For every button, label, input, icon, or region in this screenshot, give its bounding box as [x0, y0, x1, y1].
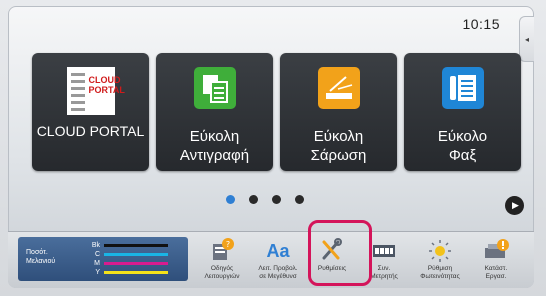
button-label: Ρύθμιση Φωτεινότητας: [420, 265, 460, 280]
toner-label: C: [94, 251, 100, 258]
side-tab-arrow-icon: ◂: [524, 34, 529, 44]
brightness-icon: [414, 236, 466, 262]
toner-row-m: M: [80, 260, 168, 267]
toner-label: Y: [95, 269, 100, 276]
next-page-button[interactable]: ▶: [505, 196, 524, 215]
toner-row-y: Y: [80, 269, 168, 276]
tile-label: Εύκολο Φαξ: [437, 128, 488, 164]
scan-icon: [317, 67, 360, 114]
toner-status-panel[interactable]: Ποσότ. Μελανιού Bk C M Y: [18, 237, 188, 281]
play-arrow-icon: ▶: [512, 200, 519, 210]
svg-text:?: ?: [226, 240, 230, 249]
operation-guide-button[interactable]: ? Οδηγός Λειτουργιών: [196, 236, 248, 286]
toner-bar-yellow: [104, 271, 168, 274]
tile-cloud-portal[interactable]: CLOUD PORTAL CLOUD PORTAL: [32, 53, 149, 171]
toner-row-c: C: [80, 251, 168, 258]
job-status-button[interactable]: Κατάστ. Εργασ.: [470, 236, 522, 286]
page-dot-3[interactable]: [272, 195, 281, 204]
page-dot-1[interactable]: [226, 195, 235, 204]
tile-label: Εύκολη Σάρωση: [310, 128, 367, 164]
page-dot-4[interactable]: [295, 195, 304, 204]
tile-label: CLOUD PORTAL: [36, 123, 145, 139]
touch-screen: 10:15 ◂ CLOUD PORTAL CLOUD PORTAL Εύκολη…: [8, 6, 534, 288]
home-tiles: CLOUD PORTAL CLOUD PORTAL Εύκολη Αντιγρα…: [32, 53, 522, 173]
operation-guide-icon: ?: [196, 236, 248, 262]
tile-easy-scan[interactable]: Εύκολη Σάρωση: [280, 53, 397, 171]
toner-bar-magenta: [104, 262, 168, 265]
cloud-portal-icon: CLOUD PORTAL: [63, 65, 125, 122]
enlarge-display-icon: Aa: [252, 236, 304, 262]
enlarge-display-button[interactable]: Aa Λειτ. Προβολ. σε Μεγέθυνσ: [252, 236, 304, 286]
page-dot-2[interactable]: [249, 195, 258, 204]
button-label: Λειτ. Προβολ. σε Μεγέθυνσ: [258, 265, 298, 280]
brightness-button[interactable]: Ρύθμιση Φωτεινότητας: [414, 236, 466, 286]
toner-title: Ποσότ. Μελανιού: [26, 249, 56, 265]
page-indicator: [8, 195, 534, 204]
button-label: Οδηγός Λειτουργιών: [204, 265, 240, 280]
fax-icon: [441, 67, 484, 114]
toner-row-bk: Bk: [80, 242, 168, 249]
toner-bar-black: [104, 244, 168, 247]
clock: 10:15: [462, 16, 500, 32]
toner-label: M: [94, 260, 100, 267]
toner-label: Bk: [91, 242, 100, 249]
button-label: Κατάστ. Εργασ.: [484, 265, 508, 280]
toner-bar-cyan: [104, 253, 168, 256]
bottom-bar: Ποσότ. Μελανιού Bk C M Y ? Οδηγός Λειτου…: [8, 231, 534, 288]
tile-label: Εύκολη Αντιγραφή: [179, 128, 250, 164]
cloud-portal-logo-text: CLOUD PORTAL: [88, 75, 125, 95]
tile-easy-copy[interactable]: Εύκολη Αντιγραφή: [156, 53, 273, 171]
settings-highlight-frame: [308, 220, 372, 286]
tile-easy-fax[interactable]: Εύκολο Φαξ: [404, 53, 521, 171]
copy-icon: [193, 67, 236, 114]
enlarge-display-icon-text: Aa: [266, 241, 290, 261]
job-status-icon: [470, 236, 522, 262]
